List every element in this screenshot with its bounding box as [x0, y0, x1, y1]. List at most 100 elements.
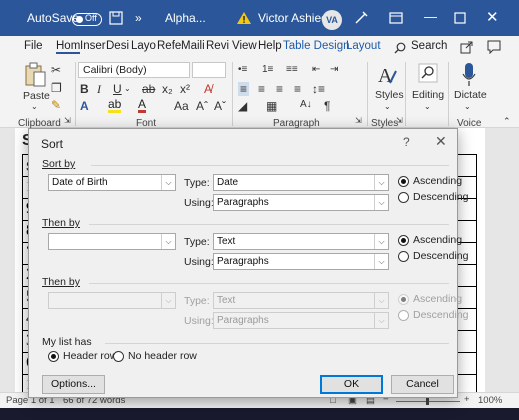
editing-button[interactable]: Editing: [412, 89, 444, 101]
underline-icon[interactable]: U: [113, 82, 122, 96]
then-by-type-select[interactable]: Text ⌵: [213, 233, 389, 250]
italic-icon[interactable]: I: [97, 82, 101, 97]
close-icon[interactable]: ✕: [486, 8, 499, 26]
tab-design[interactable]: Desi: [106, 40, 129, 52]
dictate-button[interactable]: Dictate: [454, 89, 487, 101]
tab-file[interactable]: File: [24, 40, 43, 52]
shading-icon[interactable]: ◢: [238, 99, 247, 113]
font-size-box[interactable]: [192, 62, 226, 78]
superscript-icon[interactable]: x²: [180, 82, 190, 96]
grow-font-icon[interactable]: Aˆ: [196, 99, 208, 113]
help-icon[interactable]: ?: [403, 135, 410, 149]
chevron-up-icon[interactable]: ⌃: [503, 116, 511, 127]
font-name-box[interactable]: Calibri (Body): [78, 62, 190, 78]
save-icon[interactable]: [109, 11, 123, 25]
line-spacing-icon[interactable]: ↕≡: [312, 82, 325, 96]
clear-formatting-icon[interactable]: A̸: [204, 82, 212, 96]
chevron-down-icon[interactable]: ⌄: [424, 102, 431, 111]
strikethrough-icon[interactable]: ab: [142, 82, 155, 96]
tab-references[interactable]: Refe: [157, 40, 181, 52]
no-header-row-radio[interactable]: [113, 351, 124, 362]
search-icon[interactable]: [394, 42, 406, 54]
tab-mailings[interactable]: Maili: [181, 40, 205, 52]
chevron-down-icon[interactable]: ⌄: [124, 84, 131, 93]
sort-by-descending-radio[interactable]: [398, 192, 409, 203]
multilevel-list-icon[interactable]: ≡≡: [286, 64, 298, 75]
numbering-icon[interactable]: 1≡: [262, 64, 273, 75]
tab-home[interactable]: Hom: [56, 40, 81, 54]
increase-indent-icon[interactable]: ⇥: [330, 64, 338, 75]
zoom-in-icon[interactable]: +: [464, 394, 470, 405]
minimize-icon[interactable]: —: [424, 9, 437, 24]
dialog-launcher-icon[interactable]: ⇲: [355, 116, 362, 125]
sort-by-column-select[interactable]: Date of Birth ⌵: [48, 174, 176, 191]
shrink-font-icon[interactable]: Aˇ: [214, 99, 226, 113]
align-center-icon[interactable]: ≡: [258, 82, 265, 96]
styles-button[interactable]: Styles: [375, 89, 404, 101]
no-header-row-label[interactable]: No header row: [128, 350, 197, 362]
chevron-down-icon[interactable]: ⌵: [161, 175, 175, 190]
close-icon[interactable]: ✕: [435, 133, 447, 150]
maximize-icon[interactable]: [454, 12, 466, 24]
decrease-indent-icon[interactable]: ⇤: [312, 64, 320, 75]
bullets-icon[interactable]: •≡: [238, 64, 247, 75]
microphone-icon[interactable]: [461, 62, 477, 88]
then-by-descending-radio[interactable]: [398, 251, 409, 262]
tab-help[interactable]: Help: [258, 40, 282, 52]
cut-icon[interactable]: ✂: [51, 63, 61, 77]
more-commands-icon[interactable]: »: [135, 11, 142, 25]
tab-layout[interactable]: Layo: [131, 40, 156, 52]
format-painter-icon[interactable]: ✎: [51, 98, 61, 112]
paste-icon[interactable]: [24, 62, 46, 88]
then-by-2-using-select[interactable]: Paragraphs ⌵: [213, 312, 389, 329]
tab-insert[interactable]: Inser: [80, 40, 106, 52]
subscript-icon[interactable]: x₂: [162, 82, 173, 96]
descending-label[interactable]: Descending: [413, 250, 468, 262]
header-row-radio[interactable]: [48, 351, 59, 362]
tab-table-design[interactable]: Table Design: [283, 40, 349, 52]
dialog-launcher-icon[interactable]: ⇲: [64, 116, 71, 125]
zoom-level[interactable]: 100%: [478, 395, 502, 406]
descending-label[interactable]: Descending: [413, 191, 468, 203]
tell-me-search[interactable]: Search: [411, 40, 447, 52]
ascending-label[interactable]: Ascending: [413, 175, 462, 187]
then-by-2-column-select[interactable]: ⌵: [48, 292, 176, 309]
then-by-2-type-select[interactable]: Text ⌵: [213, 292, 389, 309]
align-right-icon[interactable]: ≡: [276, 82, 283, 96]
tab-view[interactable]: View: [232, 40, 257, 52]
descending-label[interactable]: Descending: [413, 309, 468, 321]
align-left-icon[interactable]: ≡: [238, 82, 250, 96]
cancel-button[interactable]: Cancel: [391, 375, 454, 394]
dialog-launcher-icon[interactable]: ⇲: [396, 116, 403, 125]
styles-icon[interactable]: A: [376, 63, 398, 87]
comments-icon[interactable]: [487, 40, 501, 54]
then-by-ascending-radio[interactable]: [398, 235, 409, 246]
tab-review[interactable]: Revi: [206, 40, 229, 52]
sort-by-using-select[interactable]: Paragraphs ⌵: [213, 194, 389, 211]
autosave-toggle[interactable]: Off: [72, 13, 102, 26]
then-by-2-descending-radio[interactable]: [398, 310, 409, 321]
chevron-down-icon[interactable]: ⌵: [161, 234, 175, 249]
chevron-down-icon[interactable]: ⌄: [464, 102, 471, 111]
copy-icon[interactable]: ❐: [51, 81, 62, 95]
then-by-using-select[interactable]: Paragraphs ⌵: [213, 253, 389, 270]
ribbon-display-icon[interactable]: [389, 11, 403, 25]
chevron-down-icon[interactable]: ⌵: [374, 195, 388, 210]
sort-icon[interactable]: A↓: [300, 99, 312, 110]
chevron-down-icon[interactable]: ⌵: [374, 234, 388, 249]
ascending-label[interactable]: Ascending: [413, 293, 462, 305]
paste-label[interactable]: Paste: [23, 90, 50, 102]
then-by-column-select[interactable]: ⌵: [48, 233, 176, 250]
show-formatting-icon[interactable]: ¶: [324, 99, 330, 113]
chevron-down-icon[interactable]: ⌵: [374, 254, 388, 269]
change-case-icon[interactable]: Aa: [174, 99, 189, 113]
chevron-down-icon[interactable]: ⌵: [374, 175, 388, 190]
bold-icon[interactable]: B: [80, 82, 89, 96]
borders-icon[interactable]: ▦: [266, 99, 277, 113]
chevron-down-icon[interactable]: ⌄: [31, 102, 38, 111]
header-row-label[interactable]: Header row: [63, 350, 117, 362]
text-effects-icon[interactable]: A: [80, 99, 89, 113]
ok-button[interactable]: OK: [320, 375, 383, 394]
pen-icon[interactable]: [354, 11, 368, 25]
tab-table-layout[interactable]: Layout: [346, 40, 381, 52]
